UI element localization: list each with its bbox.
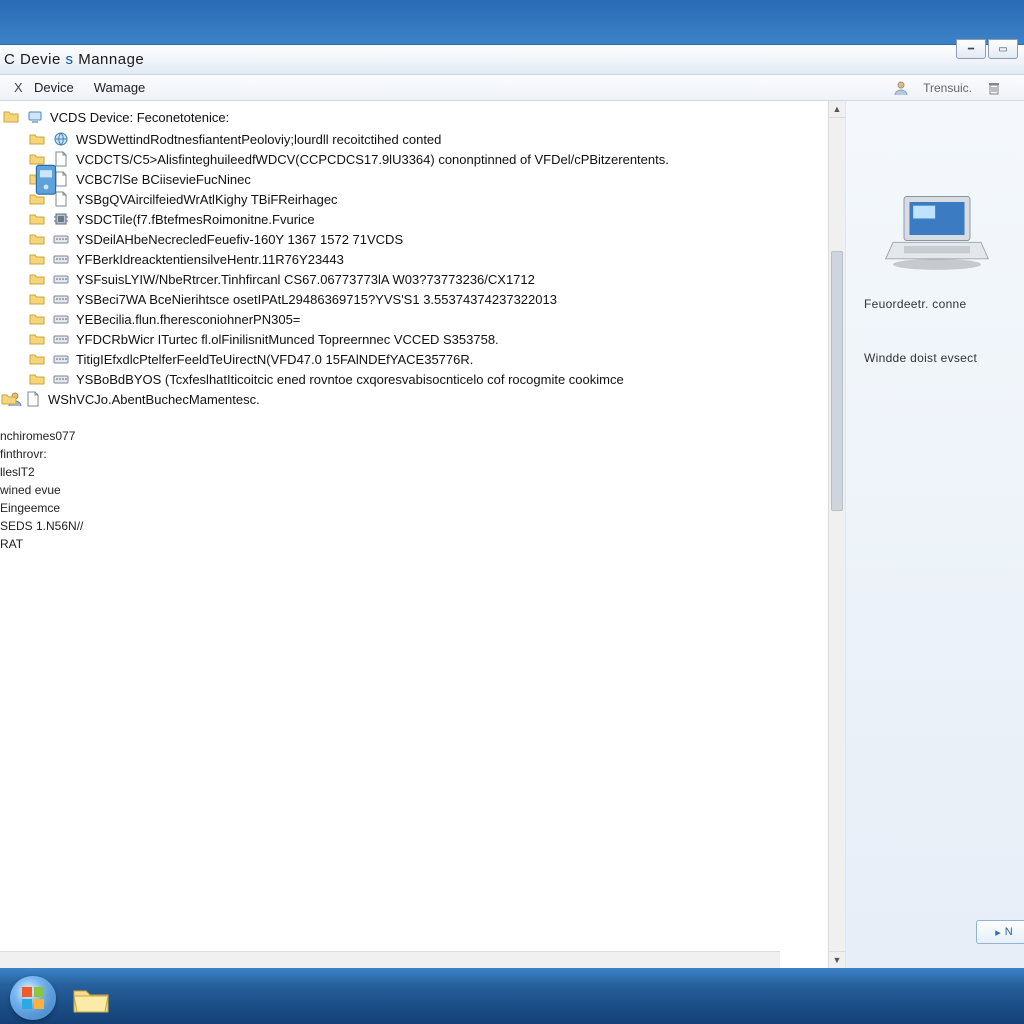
side-line: lleslT2 — [0, 463, 845, 481]
tree-item-label: TitigIEfxdlcPtelferFeeldTeUirectN(VFD47.… — [76, 352, 473, 367]
folder-icon — [28, 130, 46, 148]
taskbar — [0, 968, 1024, 1024]
tree-item-label: WShVCJo.AbentBuchecMamentesc. — [48, 392, 260, 407]
title-bar: C Devie s Mannage ━ ▭ — [0, 45, 1024, 75]
right-line-2: Windde doist evsect — [864, 351, 1016, 365]
tree-item[interactable]: TitigIEfxdlcPtelferFeeldTeUirectN(VFD47.… — [0, 349, 845, 369]
tree-item-label: YSBeci7WA BceNierihtsce osetIPAtL2948636… — [76, 292, 557, 307]
folder-icon — [28, 330, 46, 348]
folder-icon — [28, 250, 46, 268]
tree-item[interactable]: YSDeilAHbeNecrecledFeuefiv-160Y 1367 157… — [0, 229, 845, 249]
folder-icon — [28, 210, 46, 228]
tree-item-label: YFBerkIdreacktentiensilveHentr.11R76Y234… — [76, 252, 344, 267]
menu-device[interactable]: Device — [24, 77, 84, 98]
laptop-icon — [882, 191, 992, 271]
kbd-icon — [52, 330, 70, 348]
tree-item-label: VCBC7lSe BCiisevieFucNinec — [76, 172, 251, 187]
tree-item[interactable]: YSDCTile(f7.fBtefmesRoimonitne.Fvurice — [0, 209, 845, 229]
ghost-button[interactable]: ▸N — [976, 920, 1024, 944]
tree-item-label: VCDCTS/C5>AlisfinteghuileedfWDCV(CCPCDCS… — [76, 152, 669, 167]
side-line: wined evue — [0, 481, 845, 499]
kbd-icon — [52, 250, 70, 268]
folder-icon — [0, 390, 18, 408]
vertical-scrollbar[interactable]: ▲ ▼ — [828, 101, 845, 968]
tree-item-label: YSDCTile(f7.fBtefmesRoimonitne.Fvurice — [76, 212, 315, 227]
tree-item[interactable]: YFBerkIdreacktentiensilveHentr.11R76Y234… — [0, 249, 845, 269]
device-tree-pane: VCDS Device: Feconetotenice: WSDWettindR… — [0, 101, 846, 968]
user-icon — [893, 80, 909, 96]
tree-item-label: YSFsuisLYIW/NbeRtrcer.Tinhfircanl CS67.0… — [76, 272, 535, 287]
maximize-button[interactable]: ▭ — [988, 39, 1018, 59]
tree-item[interactable]: YSFsuisLYIW/NbeRtrcer.Tinhfircanl CS67.0… — [0, 269, 845, 289]
right-panel: Feuordeetr. conne Windde doist evsect ▸N — [846, 101, 1024, 968]
tree-item[interactable]: VCBC7lSe BCiisevieFucNinec — [0, 169, 845, 189]
globe-icon — [52, 130, 70, 148]
tree-item[interactable]: VCDCTS/C5>AlisfinteghuileedfWDCV(CCPCDCS… — [0, 149, 845, 169]
tree-item[interactable]: WShVCJo.AbentBuchecMamentesc. — [0, 389, 845, 409]
kbd-icon — [52, 270, 70, 288]
tree-item-label: YEBecilia.flun.fheresconiohnerPN305= — [76, 312, 300, 327]
chip-icon — [52, 210, 70, 228]
page-icon — [24, 390, 42, 408]
trash-icon[interactable] — [986, 80, 1002, 96]
folder-icon — [28, 310, 46, 328]
menu-bar: X Device Wamage Trensuic. — [0, 75, 1024, 101]
kbd-icon — [52, 290, 70, 308]
tree-item-label: YSBgQVAircilfeiedWrAtlKighy TBiFReirhage… — [76, 192, 338, 207]
folder-icon — [28, 230, 46, 248]
taskbar-explorer[interactable] — [66, 980, 116, 1020]
tree-item[interactable]: WSDWettindRodtnesfiantentPeoloviy;lourdl… — [0, 129, 845, 149]
side-text-block: nchiromes077finthrovr:lleslT2wined evueE… — [0, 427, 845, 553]
device-category-icon — [34, 163, 58, 207]
tree-item[interactable]: YSBoBdBYOS (TcxfeslhatIticoitcic ened ro… — [0, 369, 845, 389]
tree-item[interactable]: YFDCRbWicr ITurtec fl.olFinilisnitMunced… — [0, 329, 845, 349]
menu-right-label: Trensuic. — [923, 81, 972, 95]
side-line: Eingeemce — [0, 499, 845, 517]
side-line: SEDS 1.N56N// — [0, 517, 845, 535]
right-line-1: Feuordeetr. conne — [864, 297, 1016, 311]
window-title: C Devie s Mannage — [4, 51, 144, 68]
menu-wamage[interactable]: Wamage — [84, 77, 156, 98]
computer-icon — [26, 108, 44, 126]
tree-item-label: YFDCRbWicr ITurtec fl.olFinilisnitMunced… — [76, 332, 499, 347]
tree-item-label: YSDeilAHbeNecrecledFeuefiv-160Y 1367 157… — [76, 232, 403, 247]
kbd-icon — [52, 230, 70, 248]
tree-item[interactable]: YSBgQVAircilfeiedWrAtlKighy TBiFReirhage… — [0, 189, 845, 209]
kbd-icon — [52, 350, 70, 368]
side-line: nchiromes077 — [0, 427, 845, 445]
start-button[interactable] — [10, 976, 56, 1020]
scrollbar-thumb[interactable] — [831, 251, 843, 511]
kbd-icon — [52, 370, 70, 388]
folder-icon — [28, 290, 46, 308]
folder-icon — [28, 270, 46, 288]
tree-root-label: VCDS Device: Feconetotenice: — [50, 110, 229, 125]
tree-item-label: WSDWettindRodtnesfiantentPeoloviy;lourdl… — [76, 132, 441, 147]
folder-icon — [2, 108, 20, 126]
side-line: finthrovr: — [0, 445, 845, 463]
tree-root[interactable]: VCDS Device: Feconetotenice: — [0, 107, 845, 127]
tree-item-label: YSBoBdBYOS (TcxfeslhatIticoitcic ened ro… — [76, 372, 624, 387]
horizontal-scrollbar[interactable] — [0, 951, 780, 968]
kbd-icon — [52, 310, 70, 328]
side-line: RAT — [0, 535, 845, 553]
folder-icon — [28, 350, 46, 368]
folder-icon — [28, 370, 46, 388]
tree-item[interactable]: YEBecilia.flun.fheresconiohnerPN305= — [0, 309, 845, 329]
device-manager-window: C Devie s Mannage ━ ▭ X Device Wamage Tr… — [0, 44, 1024, 968]
minimize-button[interactable]: ━ — [956, 39, 986, 59]
tree-item[interactable]: YSBeci7WA BceNierihtsce osetIPAtL2948636… — [0, 289, 845, 309]
menu-close-x[interactable]: X — [4, 77, 24, 98]
